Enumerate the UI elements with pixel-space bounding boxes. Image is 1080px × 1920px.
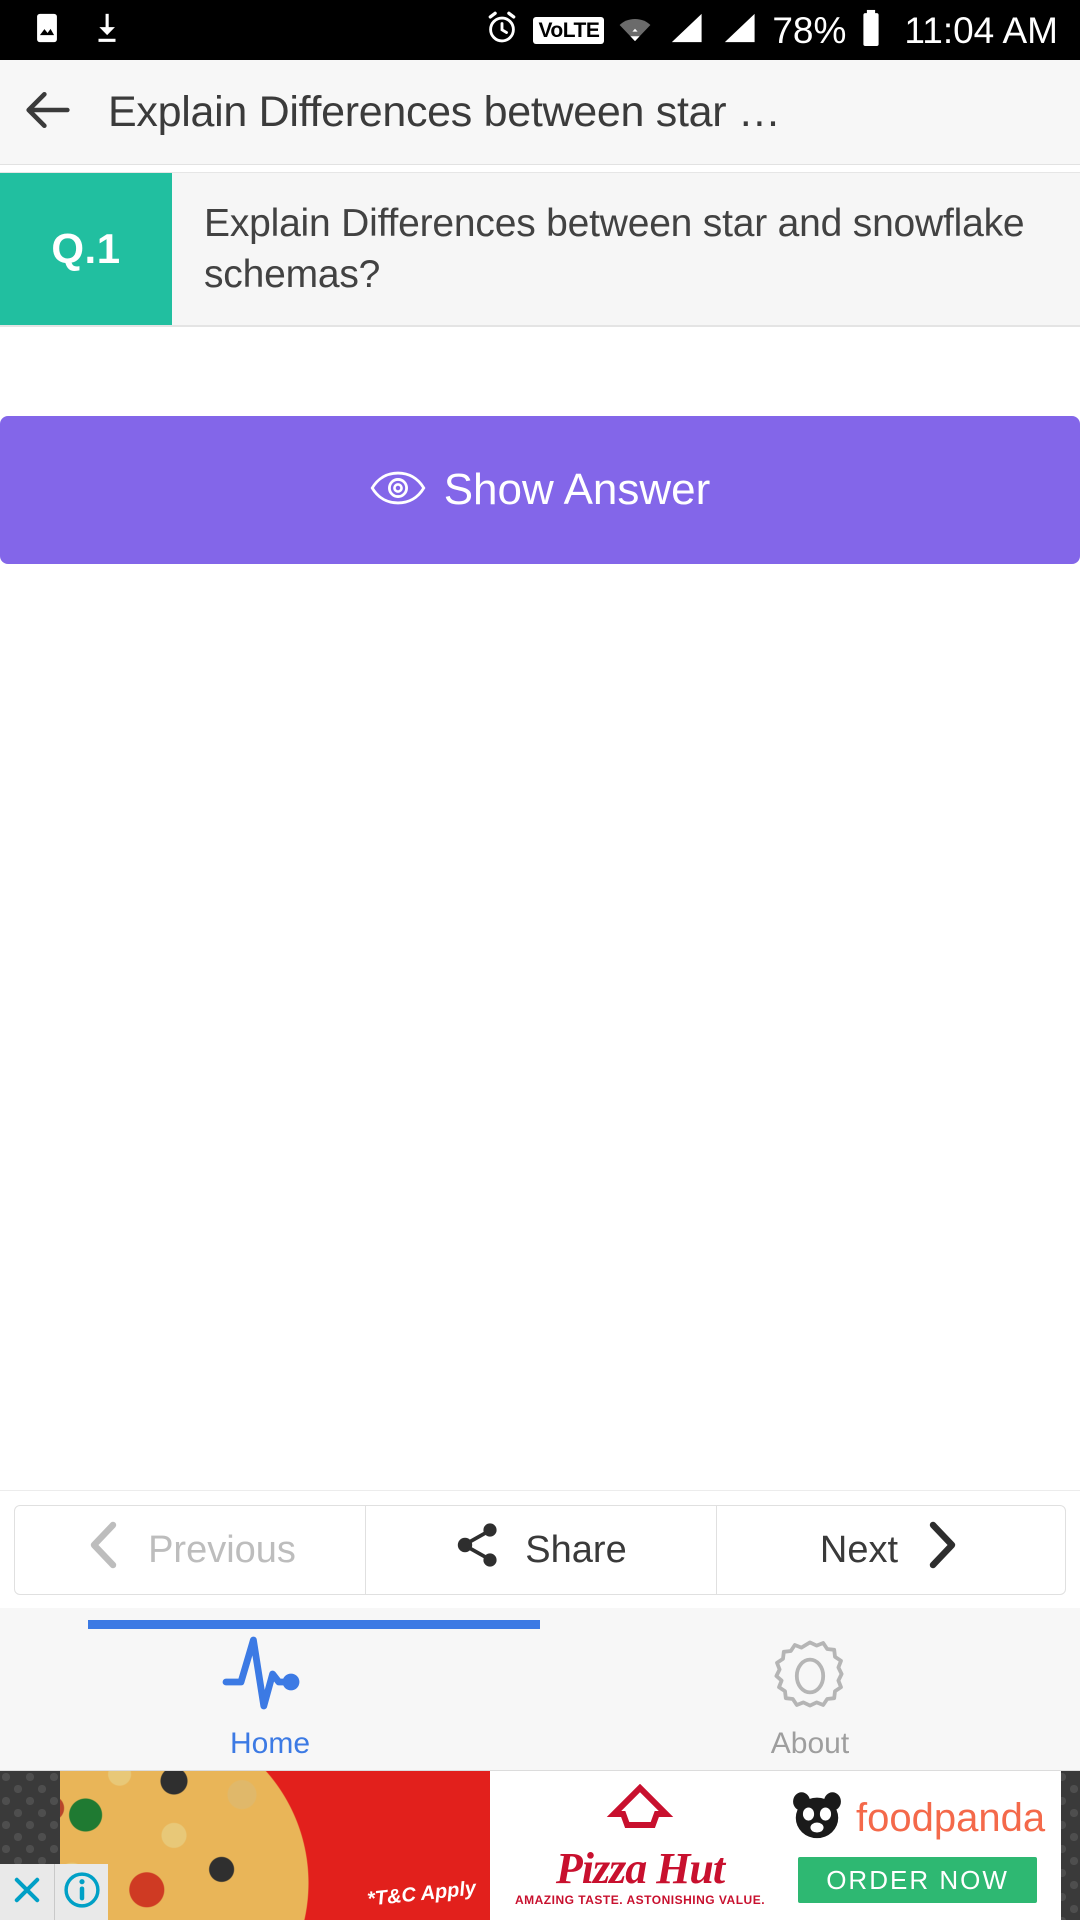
- clock-label: 11:04 AM: [904, 9, 1058, 51]
- share-icon: [455, 1520, 503, 1580]
- tab-about[interactable]: About: [540, 1608, 1080, 1771]
- share-button[interactable]: Share: [366, 1504, 716, 1595]
- pizza-hut-logo: Pizza Hut AMAZING TASTE. ASTONISHING VAL…: [490, 1783, 790, 1907]
- pulse-heartbeat-icon: [220, 1634, 320, 1723]
- panda-icon: [790, 1788, 844, 1847]
- ad-badge-group: [0, 1864, 108, 1920]
- download-icon: [90, 11, 124, 50]
- signal-sim2-icon: [719, 11, 759, 50]
- previous-label: Previous: [148, 1528, 296, 1571]
- ad-banner[interactable]: *T&C Apply Pizza Hut AMAZING TASTE. ASTO…: [0, 1771, 1080, 1920]
- status-bar-right-icons: VoLTE 78% 11:04 AM: [484, 9, 1080, 52]
- tab-home-label: Home: [229, 1727, 311, 1760]
- next-button[interactable]: Next: [716, 1504, 1066, 1595]
- tab-list: Home About: [0, 1608, 1080, 1771]
- show-answer-button[interactable]: Show Answer: [0, 416, 1080, 564]
- previous-button[interactable]: Previous: [14, 1504, 366, 1595]
- question-number-badge: Q.1: [0, 173, 172, 325]
- alarm-clock-icon: [484, 10, 520, 51]
- navigation-button-row: Previous Share Next: [0, 1490, 1080, 1608]
- question-card: Q.1 Explain Differences between star and…: [0, 172, 1080, 327]
- question-text: Explain Differences between star and sno…: [204, 201, 1025, 296]
- ad-close-button[interactable]: [0, 1864, 54, 1920]
- ad-pizza-image: *T&C Apply: [60, 1771, 490, 1920]
- next-label: Next: [819, 1528, 899, 1571]
- volte-icon: VoLTE: [533, 16, 605, 44]
- gallery-image-icon: [30, 11, 64, 50]
- battery-icon: [859, 9, 883, 52]
- share-label: Share: [525, 1528, 627, 1571]
- signal-sim1-icon: [666, 11, 706, 50]
- bottom-tab-bar: Home About: [0, 1608, 1080, 1771]
- battery-percent-label: 78%: [772, 9, 847, 51]
- pizza-hut-roof-icon: [565, 1783, 715, 1845]
- back-button[interactable]: [0, 60, 96, 165]
- status-bar: VoLTE 78% 11:04 AM: [0, 0, 1080, 60]
- page-title: Explain Differences between star …: [108, 87, 781, 136]
- answer-content-area: [0, 564, 1080, 1480]
- info-icon: [63, 1871, 101, 1914]
- ad-brands: Pizza Hut AMAZING TASTE. ASTONISHING VAL…: [490, 1771, 1062, 1920]
- gear-icon: [768, 1634, 852, 1723]
- foodpanda-wordmark: foodpanda: [856, 1795, 1046, 1840]
- foodpanda-logo: foodpanda: [790, 1788, 1045, 1847]
- ad-info-button[interactable]: [54, 1864, 108, 1920]
- ad-terms-label: *T&C Apply: [365, 1877, 477, 1911]
- show-answer-label: Show Answer: [443, 465, 711, 514]
- chevron-right-icon: [920, 1519, 962, 1581]
- pizza-hut-wordmark: Pizza Hut: [555, 1844, 725, 1893]
- ad-content[interactable]: *T&C Apply Pizza Hut AMAZING TASTE. ASTO…: [60, 1771, 1062, 1920]
- foodpanda-block: foodpanda ORDER NOW: [790, 1788, 1061, 1903]
- app-bar: Explain Differences between star …: [0, 60, 1080, 165]
- pizza-hut-tagline: AMAZING TASTE. ASTONISHING VALUE.: [514, 1893, 766, 1907]
- eye-icon: [370, 468, 426, 513]
- status-bar-left-icons: [0, 11, 124, 50]
- chevron-left-icon: [84, 1519, 126, 1581]
- arrow-left-icon: [19, 81, 77, 144]
- wifi-icon: [617, 11, 653, 50]
- close-icon: [10, 1873, 44, 1912]
- order-now-button[interactable]: ORDER NOW: [798, 1857, 1037, 1903]
- tab-home[interactable]: Home: [0, 1608, 540, 1771]
- app-screen: VoLTE 78% 11:04 AM Explain Differences b…: [0, 0, 1080, 1920]
- tab-about-label: About: [770, 1727, 850, 1760]
